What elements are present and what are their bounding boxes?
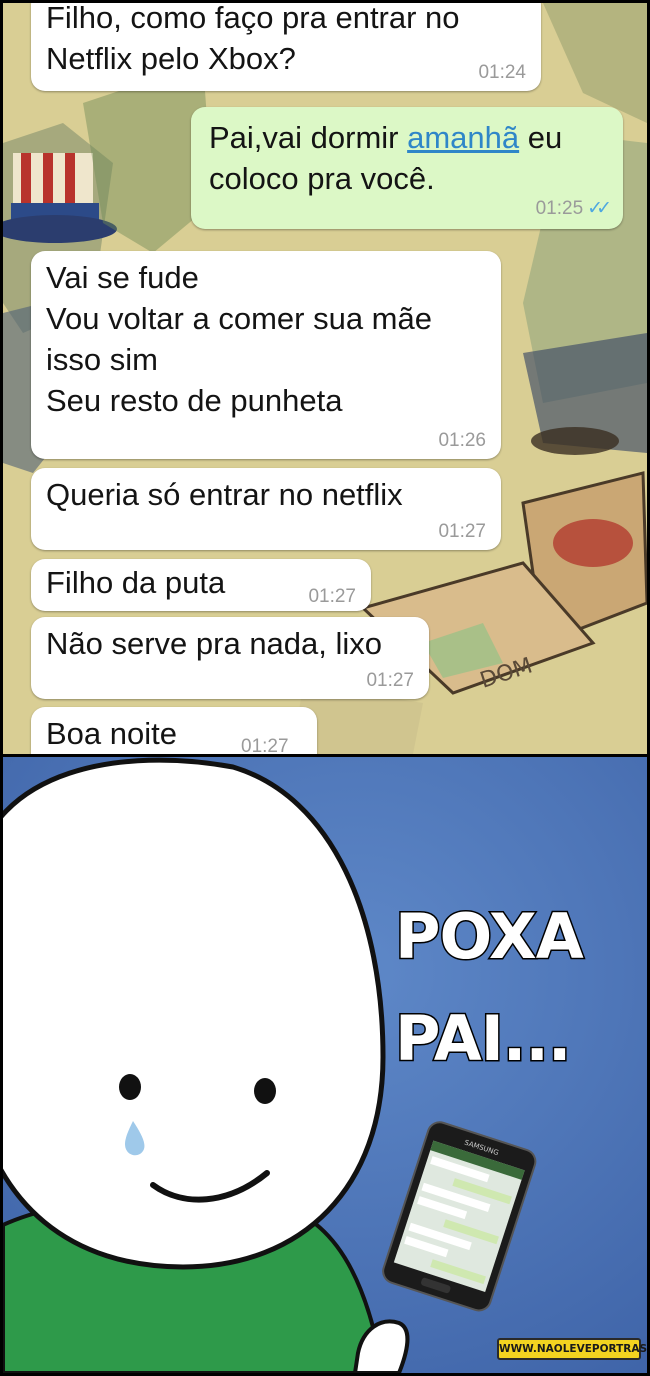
right-eye [254,1078,276,1104]
date-link[interactable]: amanhã [407,120,519,155]
chat-message: Boa noite 01:27 [31,707,317,754]
message-text: Boa noite [46,716,177,751]
message-time: 01:27 [308,586,356,607]
chat-message: Filho, como faço pra entrar no Netflix p… [31,3,541,91]
chat-message: Queria só entrar no netflix 01:27 [31,468,501,550]
message-time: 01:25 ✓✓ [535,198,612,219]
message-text: Filho, como faço pra entrar no Netflix p… [46,3,460,76]
message-text: Queria só entrar no netflix [46,477,403,512]
chat-message: Não serve pra nada, lixo 01:27 [31,617,429,699]
message-time: 01:27 [366,670,414,691]
meme-frame: DOM Filho, como faço pra entrar no Netfl… [0,0,650,1376]
chat-message: Filho da puta 01:27 [31,559,371,611]
message-time: 01:24 [478,62,526,83]
message-text: Vai se fude Vou voltar a comer sua mãe i… [46,260,432,418]
chat-message: Vai se fude Vou voltar a comer sua mãe i… [31,251,501,459]
chat-message-outgoing: Pai,vai dormir amanhã eu coloco pra você… [191,107,623,229]
message-text-before-link: Pai,vai dormir [209,120,408,155]
message-text: Pai,vai dormir amanhã eu coloco pra você… [209,117,562,199]
meme-face [3,757,386,1270]
message-time: 01:26 [438,430,486,451]
watermark-badge: WWW.NAOLEVEPORTRAS.COM [497,1338,647,1360]
meme-panel: SAMSUNG POXA PAI... WWW.NAOLEVEPORTRAS.C… [3,757,647,1373]
message-text: Não serve pra nada, lixo [46,626,383,661]
message-time: 01:27 [438,521,486,542]
caption-line-1: POXA [394,900,586,973]
left-eye [119,1074,141,1100]
caption-line-2: PAI... [394,1002,573,1075]
message-time-value: 01:25 [535,198,584,219]
double-check-icon: ✓✓ [587,198,612,219]
chat-panel: DOM Filho, como faço pra entrar no Netfl… [3,3,647,754]
message-time: 01:27 [241,736,289,755]
message-text: Filho da puta [46,565,226,600]
